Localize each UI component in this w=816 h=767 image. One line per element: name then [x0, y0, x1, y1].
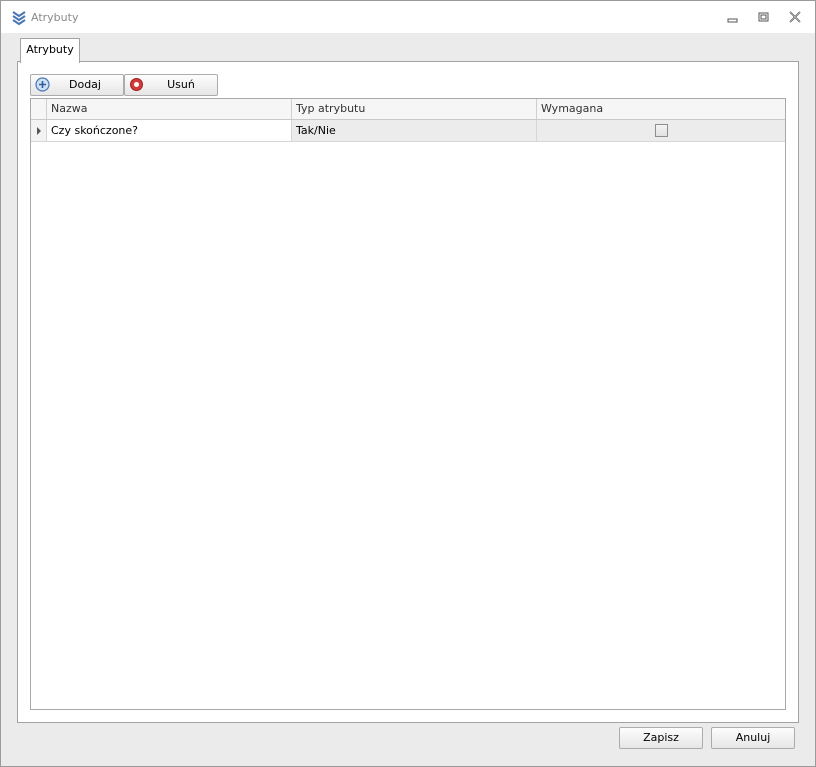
delete-button[interactable]: Usuń	[124, 74, 218, 96]
column-header-nazwa[interactable]: Nazwa	[47, 99, 292, 119]
add-button-label: Dodaj	[69, 78, 101, 91]
row-selector-header	[31, 99, 47, 119]
minimize-icon[interactable]	[725, 11, 741, 23]
table-row[interactable]: Czy skończone? Tak/Nie	[31, 120, 785, 142]
column-header-wymagana[interactable]: Wymagana	[537, 99, 785, 119]
cell-required[interactable]	[537, 120, 785, 141]
chevrons-down-icon	[11, 10, 27, 26]
dialog-window: Atrybuty Atrybuty Dodaj Usuń Nazwa Typ a…	[0, 0, 816, 767]
add-button[interactable]: Dodaj	[30, 74, 124, 96]
tab-atrybuty[interactable]: Atrybuty	[20, 38, 80, 63]
attributes-grid[interactable]: Nazwa Typ atrybutu Wymagana Czy skończon…	[30, 98, 786, 710]
column-header-typ-atrybutu[interactable]: Typ atrybutu	[292, 99, 537, 119]
delete-button-label: Usuń	[167, 78, 195, 91]
row-selector[interactable]	[31, 120, 47, 141]
window-title: Atrybuty	[31, 11, 79, 24]
required-checkbox[interactable]	[655, 124, 668, 137]
restore-icon[interactable]	[756, 11, 772, 23]
title-bar[interactable]: Atrybuty	[1, 1, 815, 33]
close-icon[interactable]	[787, 11, 803, 23]
row-indicator-icon	[37, 127, 41, 135]
cancel-button[interactable]: Anuluj	[711, 727, 795, 749]
grid-header: Nazwa Typ atrybutu Wymagana	[31, 99, 785, 120]
save-button[interactable]: Zapisz	[619, 727, 703, 749]
tab-panel: Dodaj Usuń Nazwa Typ atrybutu Wymagana C…	[17, 61, 799, 723]
cell-name[interactable]: Czy skończone?	[47, 120, 292, 141]
cell-type[interactable]: Tak/Nie	[292, 120, 537, 141]
